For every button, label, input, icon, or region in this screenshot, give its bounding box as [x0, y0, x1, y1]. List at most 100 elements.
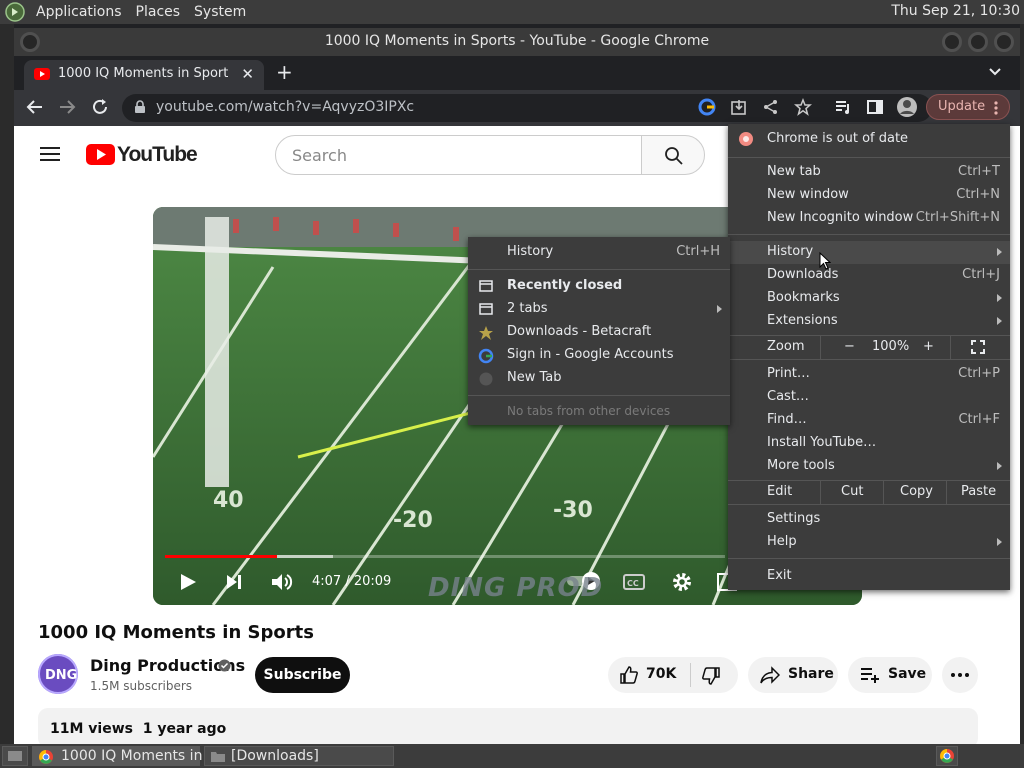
- menu-item-more-tools[interactable]: More tools: [728, 455, 1010, 478]
- save-button[interactable]: Save: [848, 657, 932, 693]
- window-menu-button[interactable]: [20, 32, 40, 52]
- subtitles-icon[interactable]: CC: [623, 573, 645, 591]
- install-app-icon[interactable]: [730, 98, 748, 116]
- menu-row-zoom: Zoom − 100% +: [728, 336, 1010, 359]
- paste-button[interactable]: Paste: [961, 484, 996, 499]
- chrome-tray-icon: [940, 749, 954, 763]
- like-count[interactable]: 70K: [646, 666, 676, 682]
- applications-menu[interactable]: Applications: [36, 4, 122, 20]
- betacraft-favicon-icon: [479, 326, 493, 340]
- channel-avatar[interactable]: DNG: [38, 654, 78, 694]
- update-alert-icon: [739, 132, 753, 146]
- channel-logo-icon: DNG: [38, 654, 78, 694]
- taskbar: 1000 IQ Moments in... [Downloads]: [0, 744, 1024, 768]
- zoom-out-button[interactable]: −: [844, 339, 855, 354]
- views-and-date: 11M views 1 year ago: [50, 721, 227, 737]
- progress-played: [165, 555, 277, 558]
- zoom-in-button[interactable]: +: [923, 339, 934, 354]
- fullscreen-icon[interactable]: [971, 340, 985, 354]
- profile-avatar-icon[interactable]: [896, 96, 918, 118]
- menu-item-history[interactable]: History: [728, 241, 1010, 264]
- back-arrow-icon[interactable]: [26, 98, 44, 116]
- url-text[interactable]: youtube.com/watch?v=AqvyzO3IPXc: [156, 99, 414, 115]
- search-button[interactable]: [641, 135, 705, 175]
- menu-item-cast[interactable]: Cast…: [728, 386, 1010, 409]
- share-label: Share: [788, 666, 834, 682]
- tray-chrome[interactable]: [936, 746, 958, 766]
- update-label: Update: [938, 99, 986, 114]
- copy-button[interactable]: Copy: [900, 484, 933, 499]
- thumbs-down-icon[interactable]: [702, 667, 720, 685]
- menu-item-install-youtube[interactable]: Install YouTube…: [728, 432, 1010, 455]
- submenu-item-history[interactable]: History Ctrl+H: [468, 241, 730, 264]
- window-titlebar[interactable]: 1000 IQ Moments in Sports - YouTube - Go…: [14, 28, 1020, 56]
- tab-close-icon[interactable]: ✕: [241, 65, 254, 83]
- places-menu[interactable]: Places: [136, 4, 181, 20]
- settings-gear-icon[interactable]: [671, 571, 693, 593]
- globe-icon: [479, 372, 493, 386]
- media-control-icon[interactable]: [834, 98, 852, 116]
- taskbar-item-chrome[interactable]: 1000 IQ Moments in...: [32, 746, 216, 766]
- svg-text:40: 40: [213, 488, 244, 513]
- play-icon[interactable]: [179, 573, 197, 591]
- forward-arrow-icon[interactable]: [58, 98, 76, 116]
- volume-icon[interactable]: [271, 572, 293, 592]
- minimize-button[interactable]: [942, 32, 962, 52]
- google-lens-icon[interactable]: [698, 98, 716, 116]
- share-page-icon[interactable]: [762, 98, 780, 116]
- next-video-icon[interactable]: [225, 573, 243, 591]
- youtube-logo-icon[interactable]: [86, 144, 115, 165]
- menu-item-new-tab[interactable]: New tab Ctrl+T: [728, 161, 1010, 184]
- submenu-item-new-tab[interactable]: New Tab: [468, 367, 730, 390]
- subscribe-button[interactable]: Subscribe: [255, 657, 350, 693]
- svg-text:-30: -30: [553, 498, 593, 523]
- cut-button[interactable]: Cut: [841, 484, 863, 499]
- submenu-no-tabs: No tabs from other devices: [507, 404, 671, 418]
- share-button[interactable]: Share: [748, 657, 838, 693]
- site-info-icon[interactable]: [134, 100, 146, 114]
- thumbs-up-icon[interactable]: [620, 666, 638, 684]
- system-menu[interactable]: System: [194, 4, 246, 20]
- like-dislike-group: 70K: [608, 657, 738, 693]
- distro-logo-icon[interactable]: [4, 1, 26, 23]
- menu-item-downloads[interactable]: Downloads Ctrl+J: [728, 264, 1010, 287]
- close-window-button[interactable]: [994, 32, 1014, 52]
- tab-youtube[interactable]: 1000 IQ Moments in Sports - Y ✕: [24, 60, 264, 90]
- youtube-favicon-icon: [34, 68, 50, 80]
- menu-item-help[interactable]: Help: [728, 531, 1010, 554]
- menu-item-incognito[interactable]: New Incognito window Ctrl+Shift+N: [728, 207, 1010, 230]
- menu-separator: [728, 504, 1010, 505]
- submenu-item-downloads-betacraft[interactable]: Downloads - Betacraft: [468, 321, 730, 344]
- menu-item-extensions[interactable]: Extensions: [728, 310, 1010, 333]
- side-panel-icon[interactable]: [866, 98, 884, 116]
- show-desktop-button[interactable]: [2, 746, 28, 766]
- maximize-button[interactable]: [968, 32, 988, 52]
- taskbar-item-downloads[interactable]: [Downloads]: [204, 746, 394, 766]
- menu-item-exit[interactable]: Exit: [728, 565, 1010, 588]
- menu-item-bookmarks[interactable]: Bookmarks: [728, 287, 1010, 310]
- system-clock[interactable]: Thu Sep 21, 10:30: [891, 3, 1020, 19]
- chrome-logo-icon: [39, 750, 53, 764]
- tab-search-chevron-icon[interactable]: [988, 67, 1002, 77]
- hamburger-menu-icon[interactable]: [40, 146, 60, 162]
- menu-separator: [468, 269, 730, 270]
- more-actions-button[interactable]: [942, 657, 978, 693]
- submenu-recently-closed: Recently closed: [468, 275, 730, 298]
- menu-item-new-window[interactable]: New window Ctrl+N: [728, 184, 1010, 207]
- tab-title: 1000 IQ Moments in Sports - Y: [58, 66, 228, 81]
- update-chrome-button[interactable]: Update: [926, 94, 1010, 120]
- bookmark-star-icon[interactable]: [794, 98, 812, 116]
- video-time: 4:07 / 20:09: [312, 574, 392, 589]
- new-tab-button[interactable]: +: [276, 60, 293, 84]
- menu-item-find[interactable]: Find… Ctrl+F: [728, 409, 1010, 432]
- menu-item-print[interactable]: Print… Ctrl+P: [728, 363, 1010, 386]
- menu-item-settings[interactable]: Settings: [728, 508, 1010, 531]
- reload-icon[interactable]: [91, 98, 109, 116]
- youtube-logo-text[interactable]: YouTube: [117, 143, 198, 167]
- menu-item-out-of-date[interactable]: Chrome is out of date: [728, 126, 1010, 152]
- video-title: 1000 IQ Moments in Sports: [38, 622, 314, 643]
- submenu-item-sign-in-google[interactable]: Sign in - Google Accounts: [468, 344, 730, 367]
- submenu-item-2-tabs[interactable]: 2 tabs: [468, 298, 730, 321]
- verified-badge-icon: [218, 659, 231, 672]
- window-icon: [479, 303, 493, 315]
